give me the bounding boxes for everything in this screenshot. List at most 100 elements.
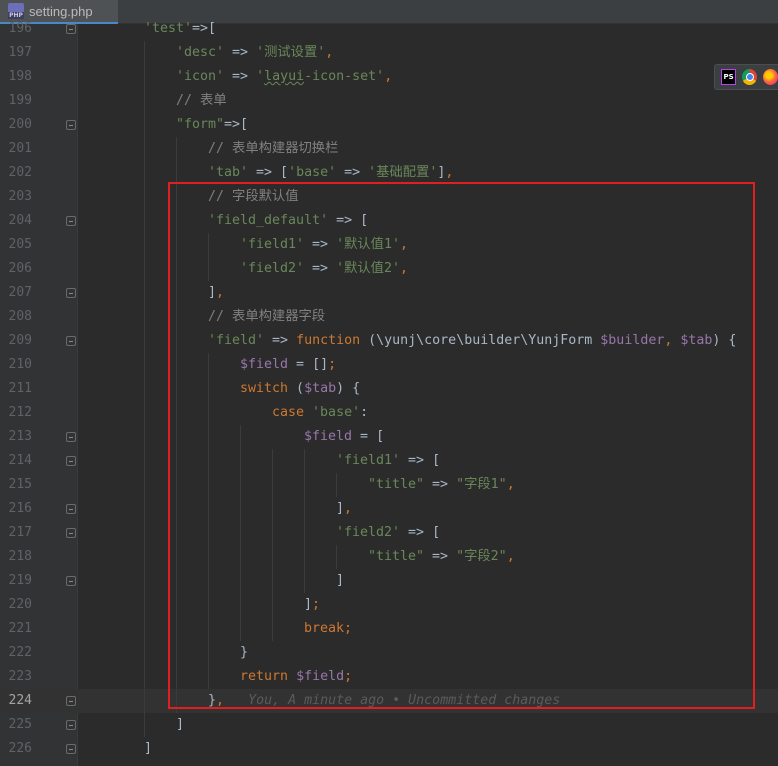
code-line[interactable]: 204 'field_default' => [ xyxy=(0,209,778,233)
code-token: "字段1" xyxy=(456,477,507,492)
code-token: return xyxy=(240,669,289,684)
code-line[interactable]: 216], xyxy=(0,497,778,521)
fold-marker-icon[interactable] xyxy=(66,24,76,34)
code-token: ( xyxy=(288,381,305,396)
code-token: $field xyxy=(296,669,345,684)
code-line[interactable]: 223 return $field; xyxy=(0,665,778,689)
code-text: ]; xyxy=(304,593,320,617)
code-token: 'icon' xyxy=(176,69,225,84)
code-line[interactable]: 202 'tab' => ['base' => '基础配置'], xyxy=(0,161,778,185)
line-number: 216 xyxy=(8,501,32,516)
code-line[interactable]: 220]; xyxy=(0,593,778,617)
code-token: 'field2' xyxy=(336,525,401,540)
code-line[interactable]: 210 $field = []; xyxy=(0,353,778,377)
line-number: 222 xyxy=(8,645,32,660)
code-line[interactable]: 200 "form"=>[ xyxy=(0,113,778,137)
indent-guide xyxy=(208,353,209,689)
code-text: 'tab' => ['base' => '基础配置'], xyxy=(208,161,453,185)
fold-marker-icon[interactable] xyxy=(66,120,76,130)
code-line[interactable]: 213 $field = [ xyxy=(0,425,778,449)
line-number: 215 xyxy=(8,477,32,492)
code-line[interactable]: 214 'field1' => [ xyxy=(0,449,778,473)
code-line[interactable]: 226] xyxy=(0,737,778,761)
browser-preview-popup: PS xyxy=(714,64,778,90)
code-line[interactable]: 197 'desc' => '测试设置', xyxy=(0,41,778,65)
code-line[interactable]: 201 // 表单构建器切换栏 xyxy=(0,137,778,161)
code-token: } xyxy=(240,645,249,660)
fold-marker-icon[interactable] xyxy=(66,432,76,442)
code-line[interactable]: 224}, You, A minute ago • Uncommitted ch… xyxy=(0,689,778,713)
code-line[interactable]: 218 "title" => "字段2", xyxy=(0,545,778,569)
code-token: , xyxy=(325,45,334,60)
firefox-icon[interactable] xyxy=(763,69,778,85)
code-line[interactable]: 217 'field2' => [ xyxy=(0,521,778,545)
code-text: 'field1' => '默认值1', xyxy=(240,233,408,257)
fold-marker-icon[interactable] xyxy=(66,744,76,754)
fold-marker-icon[interactable] xyxy=(66,528,76,538)
code-token: ] xyxy=(176,717,185,732)
line-number: 197 xyxy=(8,45,32,60)
code-line[interactable]: 211 switch ($tab) { xyxy=(0,377,778,401)
code-token: function xyxy=(296,333,361,348)
code-line[interactable]: 203 // 字段默认值 xyxy=(0,185,778,209)
code-text: $field = [ xyxy=(304,425,384,449)
code-line[interactable]: 222} xyxy=(0,641,778,665)
code-token: $field xyxy=(240,357,289,372)
code-token: => xyxy=(336,165,369,180)
code-text: ] xyxy=(336,569,344,593)
code-line[interactable]: 215 "title" => "字段1", xyxy=(0,473,778,497)
code-text: "form"=>[ xyxy=(176,113,248,137)
code-token: 'desc' xyxy=(176,45,225,60)
fold-marker-icon[interactable] xyxy=(66,336,76,346)
code-line[interactable]: 209 'field' => function (\yunj\core\build… xyxy=(0,329,778,353)
fold-marker-icon[interactable] xyxy=(66,456,76,466)
chrome-icon[interactable] xyxy=(742,69,758,85)
code-line[interactable]: 221 break; xyxy=(0,617,778,641)
code-token: 'tab' xyxy=(208,165,249,180)
line-number: 219 xyxy=(8,573,32,588)
code-text: 'field_default' => [ xyxy=(208,209,368,233)
code-token: 'base' xyxy=(312,405,361,420)
fold-marker-icon[interactable] xyxy=(66,576,76,586)
code-token: : xyxy=(360,405,369,420)
line-number: 204 xyxy=(8,213,32,228)
code-line[interactable]: 207], xyxy=(0,281,778,305)
code-line[interactable]: 198 'icon' => 'layui-icon-set', xyxy=(0,65,778,89)
code-line[interactable]: 219] xyxy=(0,569,778,593)
code-text: return $field; xyxy=(240,665,352,689)
line-number: 202 xyxy=(8,165,32,180)
code-text: 'field' => function (\yunj\core\builder\… xyxy=(208,329,736,353)
code-text: case 'base': xyxy=(272,401,368,425)
phpstorm-icon[interactable]: PS xyxy=(721,69,737,85)
code-line[interactable]: 208 // 表单构建器字段 xyxy=(0,305,778,329)
code-text: 'field1' => [ xyxy=(336,449,440,473)
indent-guide xyxy=(304,449,305,593)
fold-marker-icon[interactable] xyxy=(66,504,76,514)
code-text: ], xyxy=(208,281,224,305)
code-line[interactable]: 225] xyxy=(0,713,778,737)
fold-marker-icon[interactable] xyxy=(66,288,76,298)
code-line[interactable]: 205 'field1' => '默认值1', xyxy=(0,233,778,257)
fold-marker-icon[interactable] xyxy=(66,720,76,730)
line-number: 200 xyxy=(8,117,32,132)
fold-marker-icon[interactable] xyxy=(66,216,76,226)
code-token: ] xyxy=(336,573,345,588)
code-token: ' xyxy=(256,69,265,84)
code-line[interactable]: 199 // 表单 xyxy=(0,89,778,113)
code-token: , xyxy=(400,237,409,252)
code-token: 'field1' xyxy=(336,453,401,468)
code-text: // 表单构建器切换栏 xyxy=(208,137,338,161)
code-token: => [ xyxy=(400,525,441,540)
code-token: -icon-set' xyxy=(304,69,385,84)
code-token: } xyxy=(208,693,217,708)
fold-marker-icon[interactable] xyxy=(66,696,76,706)
code-line[interactable]: 212 case 'base': xyxy=(0,401,778,425)
code-line[interactable]: 206 'field2' => '默认值2', xyxy=(0,257,778,281)
code-token: ] xyxy=(336,501,345,516)
git-blame-hint: You, A minute ago • Uncommitted changes xyxy=(248,693,561,708)
line-number: 212 xyxy=(8,405,32,420)
code-line[interactable]: 196 'test'=>[ xyxy=(0,17,778,41)
code-token: => xyxy=(224,69,257,84)
code-token: 'field2' xyxy=(240,261,305,276)
